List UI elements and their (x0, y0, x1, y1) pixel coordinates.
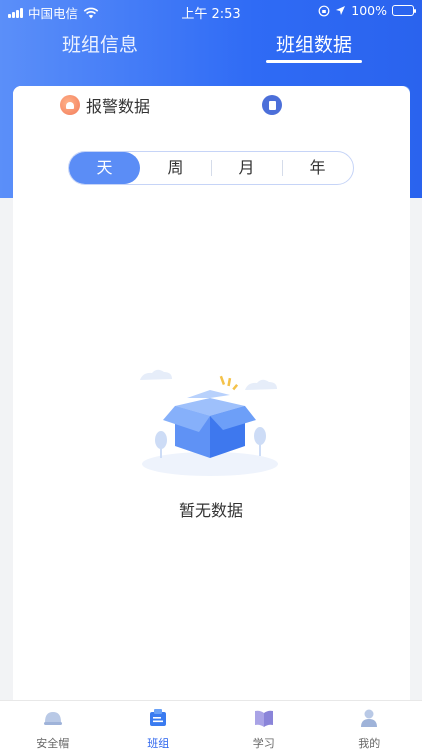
nav-label-mine: 我的 (358, 737, 381, 750)
subtab-alarm-label-group[interactable]: 报警数据 (60, 93, 150, 117)
location-icon (336, 6, 346, 15)
orientation-lock-icon (318, 5, 330, 16)
nav-label-helmet: 安全帽 (36, 737, 70, 750)
status-bar: 中国电信 上午 2:53 100% (0, 0, 422, 22)
tab-team-data[interactable]: 班组数据 (276, 30, 352, 57)
battery-icon (392, 5, 416, 16)
tab-team-info[interactable]: 班组信息 (62, 30, 138, 57)
user-icon (361, 709, 378, 727)
climb-icon (262, 95, 282, 115)
nav-item-mine[interactable]: 我的 (317, 701, 422, 750)
alarm-icon (60, 95, 80, 115)
book-icon (254, 710, 273, 727)
subtab-climb-label-group[interactable]: 登杆数据 (262, 93, 352, 117)
empty-state-text: 暂无数据 (178, 501, 243, 520)
nav-label-team: 班组 (147, 737, 170, 750)
nav-item-team[interactable]: 班组 (106, 701, 212, 750)
period-segment-control: 天 周 月 年 (68, 151, 354, 185)
bottom-navigation: 安全帽 班组 学习 我的 (0, 700, 422, 750)
segment-week[interactable]: 周 (140, 152, 211, 184)
nav-label-study: 学习 (252, 737, 275, 750)
segment-year[interactable]: 年 (282, 152, 353, 184)
subtab-alarm-label: 报警数据 (86, 97, 151, 116)
team-icon (150, 709, 167, 726)
battery-percent: 100% (351, 3, 387, 18)
segment-month[interactable]: 月 (211, 152, 282, 184)
nav-item-helmet[interactable]: 安全帽 (0, 701, 106, 750)
segment-day[interactable]: 天 (69, 152, 140, 184)
subtab-climb-label: 登杆数据 (288, 97, 353, 116)
nav-item-study[interactable]: 学习 (211, 701, 317, 750)
active-tab-indicator (266, 60, 362, 63)
helmet-icon (43, 712, 62, 725)
top-tab-bar: 班组信息 班组数据 (0, 30, 422, 70)
empty-box-icon (140, 369, 278, 476)
